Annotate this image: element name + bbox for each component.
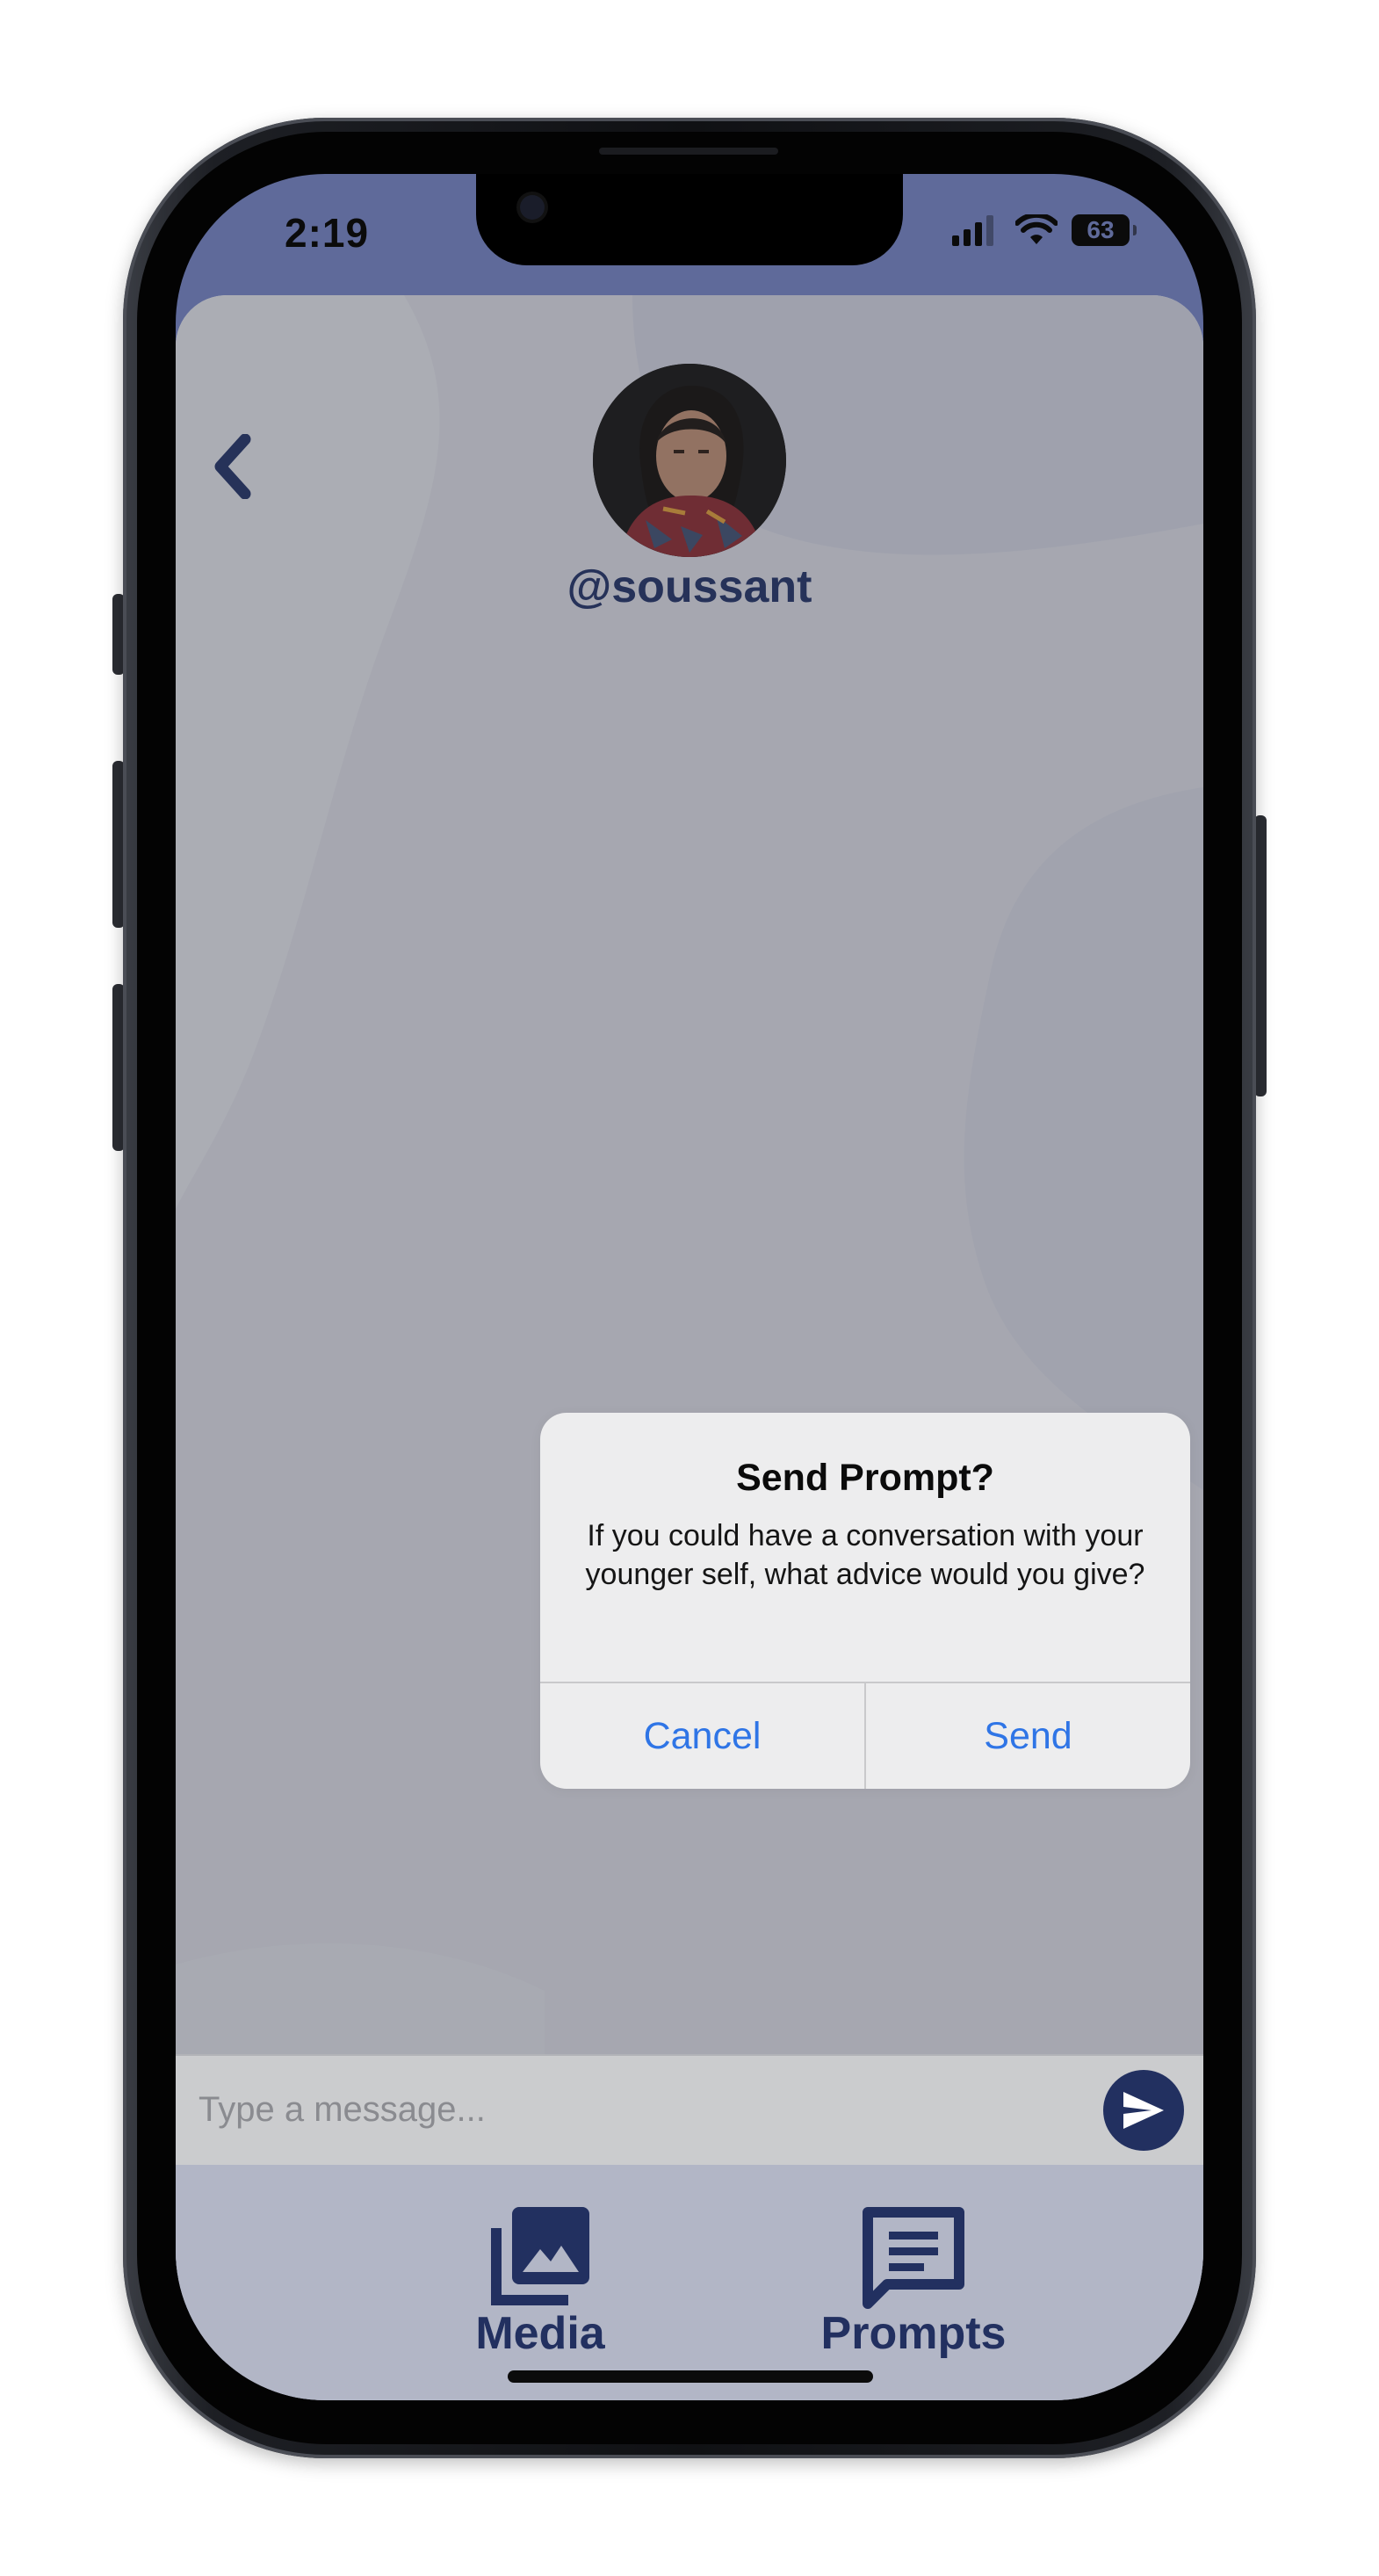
send-button[interactable]: Send — [866, 1683, 1190, 1789]
chat-screen: @soussant Med — [176, 295, 1203, 2400]
notch — [476, 174, 903, 265]
chat-bubble-icon — [863, 2207, 964, 2309]
tab-media[interactable]: Media — [426, 2203, 654, 2379]
photo-library-icon — [491, 2207, 589, 2305]
battery-icon: 63 — [1072, 214, 1137, 246]
home-indicator[interactable] — [508, 2370, 873, 2383]
wifi-icon — [1015, 214, 1058, 244]
cancel-button[interactable]: Cancel — [540, 1683, 864, 1789]
cellular-signal-icon — [952, 214, 994, 246]
speaker-grill — [599, 148, 778, 155]
tab-prompts[interactable]: Prompts — [799, 2203, 1028, 2379]
paper-plane-icon — [1123, 2092, 1164, 2129]
tab-label: Media — [475, 2308, 605, 2359]
message-input[interactable] — [197, 2080, 1079, 2138]
status-time: 2:19 — [285, 210, 370, 256]
message-composer — [176, 2054, 1203, 2165]
power-button — [1254, 815, 1267, 1096]
alert-title: Send Prompt? — [736, 1457, 994, 1499]
tab-label: Prompts — [820, 2308, 1007, 2359]
battery-level: 63 — [1087, 216, 1115, 243]
bottom-tab-bar: Media Prompts — [176, 2165, 1203, 2400]
device-mockup: 2:19 63 @soussant Type a message... Medi… — [0, 0, 1379, 2576]
status-bar: 2:19 63 — [176, 174, 1203, 297]
front-camera — [520, 195, 545, 220]
phone-screen: 2:19 63 @soussant Type a message... Medi… — [176, 174, 1203, 2400]
alert-message: If you could have a conversation with yo… — [585, 1519, 1145, 1591]
send-message-button[interactable] — [1103, 2070, 1184, 2151]
send-prompt-alert: Send Prompt? If you could have a convers… — [540, 1413, 1190, 1789]
